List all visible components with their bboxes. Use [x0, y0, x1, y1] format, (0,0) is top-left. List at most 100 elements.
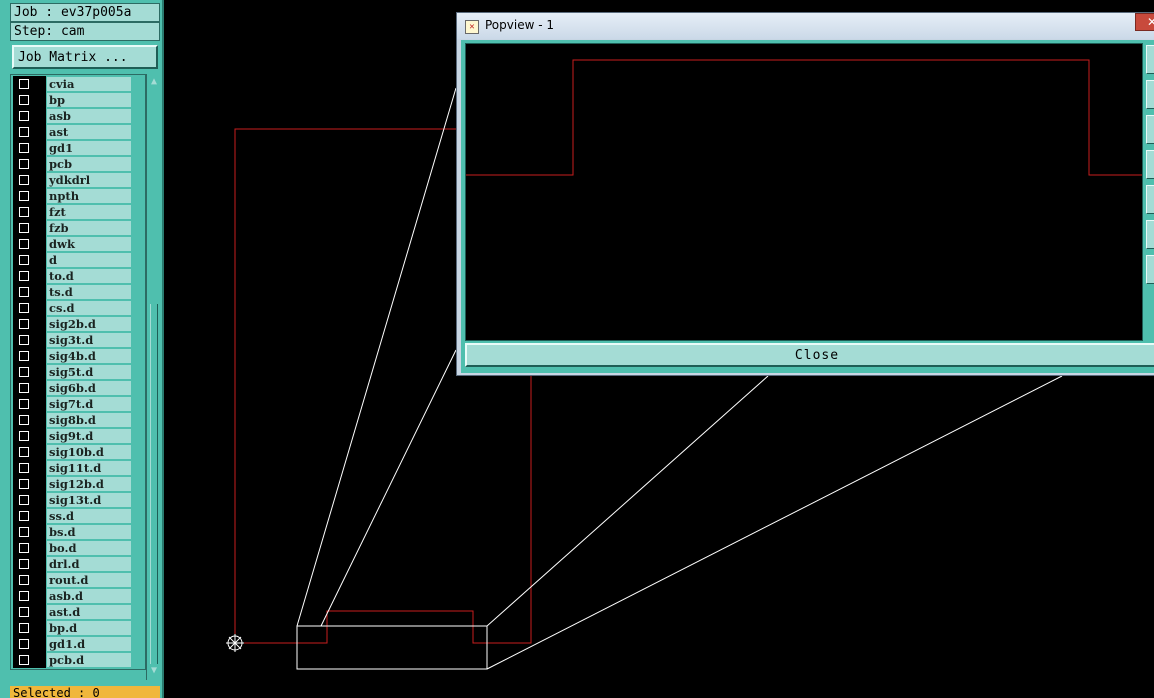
layer-color-swatch[interactable] — [30, 428, 46, 444]
layer-row[interactable]: fzt — [11, 204, 145, 220]
layer-color-swatch[interactable] — [30, 636, 46, 652]
layer-color-swatch[interactable] — [30, 508, 46, 524]
popview-zoom-view[interactable] — [465, 43, 1143, 341]
layer-name[interactable]: bp.d — [47, 621, 131, 635]
layer-color-swatch[interactable] — [30, 620, 46, 636]
layer-checkbox[interactable] — [19, 575, 29, 585]
layer-row[interactable]: sig13t.d — [11, 492, 145, 508]
layer-name[interactable]: sig8b.d — [47, 413, 131, 427]
layer-name[interactable]: fzb — [47, 221, 131, 235]
layer-row[interactable]: ss.d — [11, 508, 145, 524]
layer-row[interactable]: d — [11, 252, 145, 268]
layer-row[interactable]: asb — [11, 108, 145, 124]
layer-row[interactable]: cvia — [11, 76, 145, 92]
layer-checkbox[interactable] — [19, 479, 29, 489]
layer-color-swatch[interactable] — [30, 284, 46, 300]
layer-row[interactable]: to.d — [11, 268, 145, 284]
layer-row[interactable]: gd1 — [11, 140, 145, 156]
layer-row[interactable]: asb.d — [11, 588, 145, 604]
layer-color-swatch[interactable] — [30, 92, 46, 108]
layer-name[interactable]: asb — [47, 109, 131, 123]
layer-checkbox[interactable] — [19, 463, 29, 473]
layer-name[interactable]: to.d — [47, 269, 131, 283]
layer-checkbox[interactable] — [19, 383, 29, 393]
layer-name[interactable]: gd1.d — [47, 637, 131, 651]
layer-color-swatch[interactable] — [30, 492, 46, 508]
layer-checkbox[interactable] — [19, 175, 29, 185]
layer-row[interactable]: sig11t.d — [11, 460, 145, 476]
scroll-down-arrow-icon[interactable]: ▼ — [148, 665, 160, 677]
layer-row[interactable]: ast.d — [11, 604, 145, 620]
layer-color-swatch[interactable] — [30, 540, 46, 556]
layer-checkbox[interactable] — [19, 399, 29, 409]
layer-checkbox[interactable] — [19, 319, 29, 329]
layer-name[interactable]: drl.d — [47, 557, 131, 571]
layer-name[interactable]: dwk — [47, 237, 131, 251]
layer-color-swatch[interactable] — [30, 444, 46, 460]
layer-checkbox[interactable] — [19, 559, 29, 569]
layer-name[interactable]: sig6b.d — [47, 381, 131, 395]
layer-name[interactable]: gd1 — [47, 141, 131, 155]
layer-checkbox[interactable] — [19, 159, 29, 169]
layer-checkbox[interactable] — [19, 607, 29, 617]
layer-color-swatch[interactable] — [30, 364, 46, 380]
layer-name[interactable]: bs.d — [47, 525, 131, 539]
layer-checkbox[interactable] — [19, 415, 29, 425]
layer-row[interactable]: ts.d — [11, 284, 145, 300]
layer-name[interactable]: sig3t.d — [47, 333, 131, 347]
layer-checkbox[interactable] — [19, 127, 29, 137]
layer-name[interactable]: cs.d — [47, 301, 131, 315]
popview-tool-button[interactable] — [1146, 255, 1154, 284]
popview-close-button[interactable]: Close — [465, 343, 1154, 367]
layer-list-scrollbar[interactable]: ▲ ▼ — [146, 74, 160, 680]
layer-checkbox[interactable] — [19, 207, 29, 217]
job-matrix-button[interactable]: Job Matrix ... — [12, 45, 158, 69]
layer-checkbox[interactable] — [19, 511, 29, 521]
layer-name[interactable]: ast.d — [47, 605, 131, 619]
layer-checkbox[interactable] — [19, 447, 29, 457]
layer-checkbox[interactable] — [19, 303, 29, 313]
layer-checkbox[interactable] — [19, 623, 29, 633]
layer-checkbox[interactable] — [19, 527, 29, 537]
layer-name[interactable]: bo.d — [47, 541, 131, 555]
layer-color-swatch[interactable] — [30, 652, 46, 668]
popview-tool-button[interactable] — [1146, 150, 1154, 179]
layer-color-swatch[interactable] — [30, 524, 46, 540]
layer-checkbox[interactable] — [19, 335, 29, 345]
layer-row[interactable]: sig10b.d — [11, 444, 145, 460]
layer-color-swatch[interactable] — [30, 204, 46, 220]
layer-name[interactable]: sig5t.d — [47, 365, 131, 379]
layer-row[interactable]: sig12b.d — [11, 476, 145, 492]
layer-color-swatch[interactable] — [30, 460, 46, 476]
layer-checkbox[interactable] — [19, 271, 29, 281]
layer-row[interactable]: cs.d — [11, 300, 145, 316]
layer-name[interactable]: cvia — [47, 77, 131, 91]
layer-name[interactable]: ydkdrl — [47, 173, 131, 187]
layer-name[interactable]: sig12b.d — [47, 477, 131, 491]
layer-row[interactable]: sig9t.d — [11, 428, 145, 444]
layer-color-swatch[interactable] — [30, 124, 46, 140]
layer-row[interactable]: dwk — [11, 236, 145, 252]
layer-name[interactable]: fzt — [47, 205, 131, 219]
popview-tool-button[interactable] — [1146, 185, 1154, 214]
layer-color-swatch[interactable] — [30, 220, 46, 236]
layer-checkbox[interactable] — [19, 143, 29, 153]
layer-name[interactable]: bp — [47, 93, 131, 107]
layer-row[interactable]: sig7t.d — [11, 396, 145, 412]
layer-checkbox[interactable] — [19, 287, 29, 297]
popview-tool-button[interactable] — [1146, 45, 1154, 74]
layer-name[interactable]: sig11t.d — [47, 461, 131, 475]
layer-color-swatch[interactable] — [30, 156, 46, 172]
layer-row[interactable]: gd1.d — [11, 636, 145, 652]
layer-row[interactable]: sig4b.d — [11, 348, 145, 364]
layer-color-swatch[interactable] — [30, 252, 46, 268]
window-close-button[interactable]: ✕ — [1135, 13, 1154, 31]
layer-name[interactable]: sig13t.d — [47, 493, 131, 507]
layer-row[interactable]: npth — [11, 188, 145, 204]
layer-checkbox[interactable] — [19, 351, 29, 361]
layer-name[interactable]: rout.d — [47, 573, 131, 587]
scroll-up-arrow-icon[interactable]: ▲ — [148, 76, 160, 88]
scroll-thumb[interactable] — [150, 304, 158, 664]
layer-name[interactable]: ast — [47, 125, 131, 139]
layer-name[interactable]: pcb.d — [47, 653, 131, 667]
